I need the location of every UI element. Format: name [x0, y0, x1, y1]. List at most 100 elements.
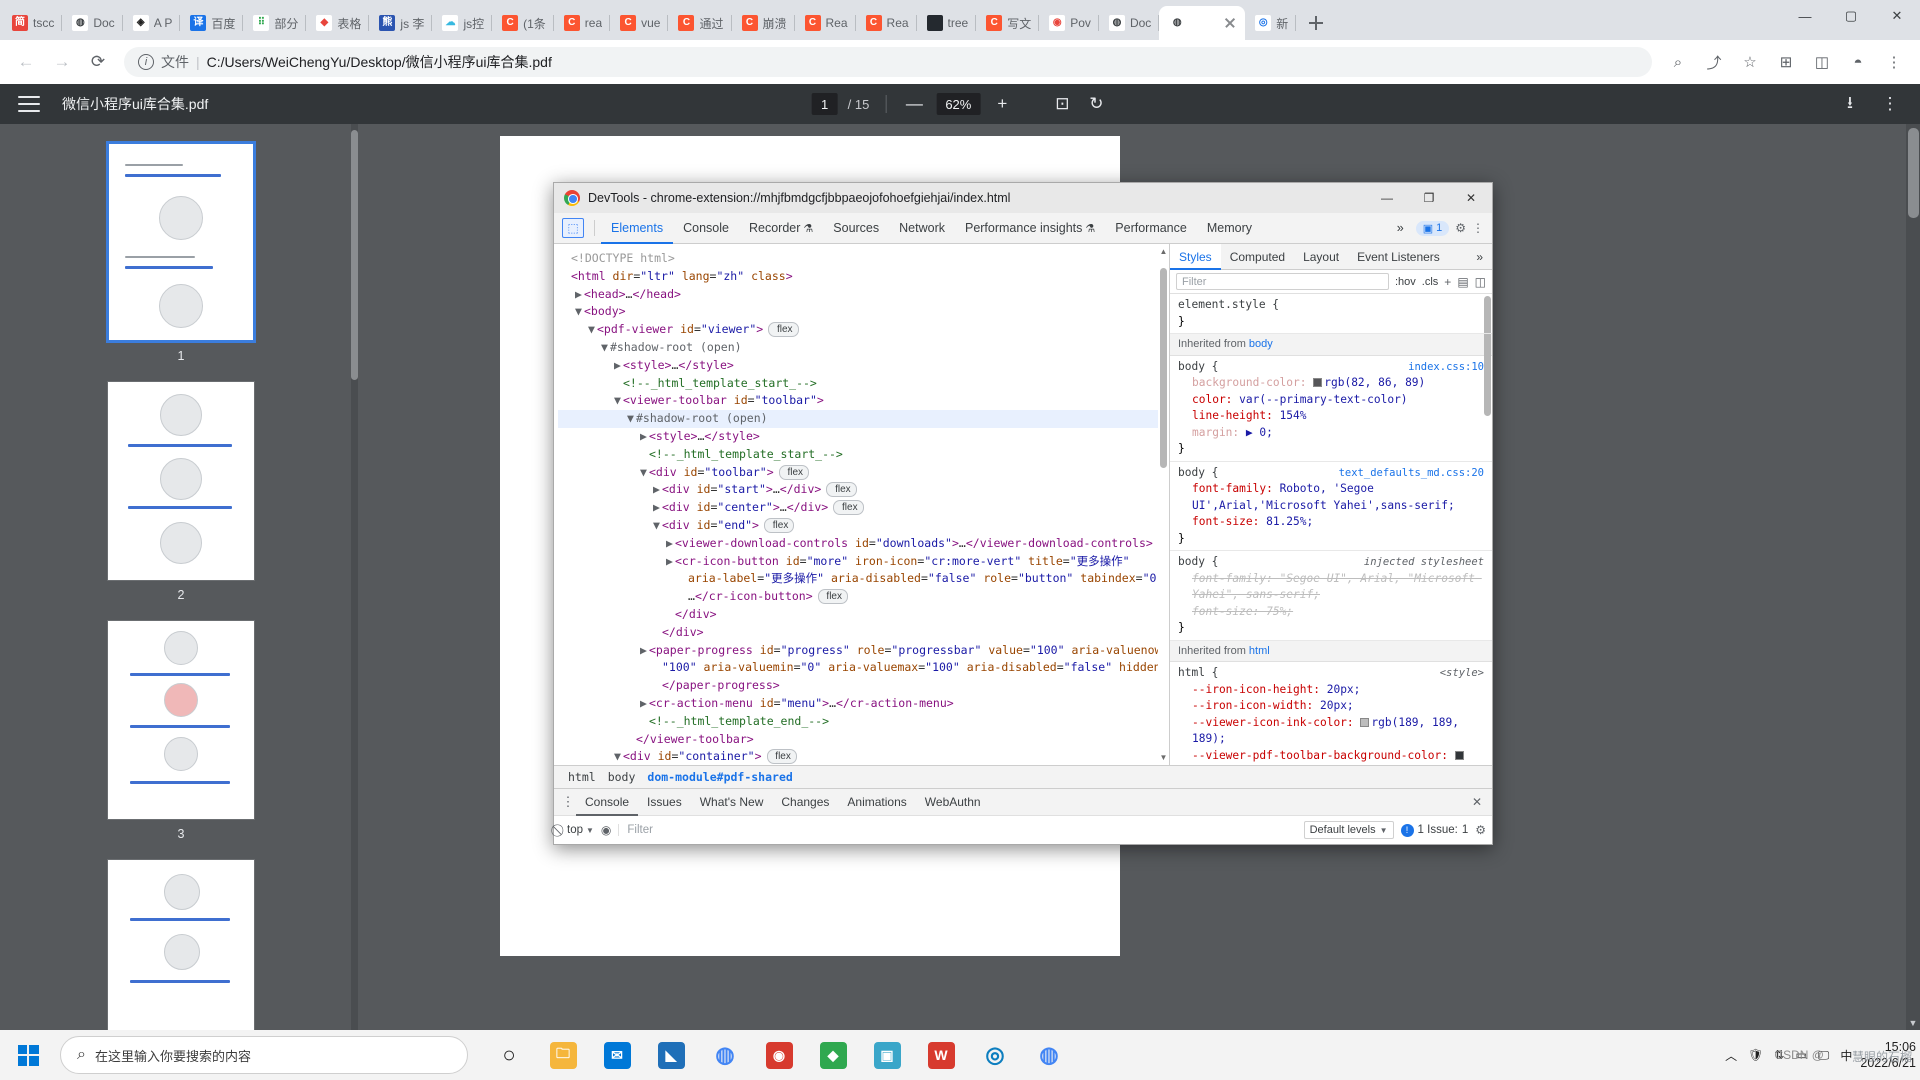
disclosure-triangle-icon[interactable]: ▼: [614, 748, 623, 765]
disclosure-triangle-icon[interactable]: ▼: [640, 464, 649, 482]
css-declaration[interactable]: --iron-icon-width: 20px;: [1178, 698, 1486, 715]
styles-tab-event-listeners[interactable]: Event Listeners: [1348, 244, 1449, 270]
inspect-element-icon[interactable]: ⬚: [562, 218, 584, 238]
css-declaration[interactable]: background-color: rgb(82, 86, 89): [1178, 375, 1486, 392]
disclosure-triangle-icon[interactable]: ▼: [601, 339, 610, 357]
browser-tab-trailing[interactable]: ◎新: [1245, 6, 1296, 40]
browser-tab-14[interactable]: CRea: [856, 6, 917, 40]
dom-tree-row[interactable]: ▶<cr-action-menu id="menu">…</cr-action-…: [558, 695, 1169, 713]
flex-badge[interactable]: flex: [818, 589, 848, 604]
dom-tree-row[interactable]: <!--_html_template_end_-->: [558, 713, 1169, 731]
disclosure-triangle-icon[interactable]: ▶: [640, 642, 649, 660]
css-declaration[interactable]: line-height: 154%: [1178, 408, 1486, 425]
disclosure-triangle-icon[interactable]: [666, 606, 675, 624]
disclosure-triangle-icon[interactable]: [653, 624, 662, 642]
dom-tree-row[interactable]: …</cr-icon-button> flex: [558, 588, 1169, 606]
pdf-more-icon[interactable]: ⋮: [1878, 92, 1902, 116]
hov-toggle-button[interactable]: :hov: [1395, 276, 1416, 288]
dom-tree-row[interactable]: ▼<pdf-viewer id="viewer"> flex: [558, 321, 1169, 339]
flex-badge[interactable]: flex: [826, 482, 856, 497]
dom-tree[interactable]: <!DOCTYPE html> <html dir="ltr" lang="zh…: [554, 244, 1169, 765]
css-rule[interactable]: body {index.css:10background-color: rgb(…: [1170, 356, 1492, 462]
disclosure-triangle-icon[interactable]: ▼: [614, 392, 623, 410]
css-property-name[interactable]: line-height:: [1192, 409, 1280, 422]
browser-tab-15[interactable]: tree: [917, 6, 977, 40]
taskbar-item[interactable]: ○: [482, 1030, 536, 1080]
dom-tree-row[interactable]: ▶<paper-progress id="progress" role="pro…: [558, 642, 1169, 660]
disclosure-triangle-icon[interactable]: [640, 713, 649, 731]
browser-tab-9[interactable]: Crea: [554, 6, 610, 40]
drawer-tab-animations[interactable]: Animations: [838, 789, 915, 816]
taskbar-item[interactable]: ✉: [590, 1030, 644, 1080]
disclosure-triangle-icon[interactable]: [653, 677, 662, 695]
css-property-name[interactable]: --viewer-pdf-toolbar-background-color:: [1192, 749, 1455, 762]
css-declaration[interactable]: --iron-icon-height: 20px;: [1178, 682, 1486, 699]
issues-badge[interactable]: ! 1 Issue: 1: [1401, 824, 1469, 837]
styles-section-target[interactable]: body: [1249, 338, 1273, 350]
flex-badge[interactable]: flex: [767, 749, 797, 764]
taskbar-item[interactable]: ◎: [968, 1030, 1022, 1080]
css-property-value[interactable]: 81.25%;: [1266, 515, 1313, 528]
css-property-value[interactable]: 20px;: [1327, 683, 1361, 696]
css-property-name[interactable]: font-size:: [1192, 515, 1266, 528]
gear-icon[interactable]: ⚙: [1455, 221, 1466, 235]
devtools-tab-network[interactable]: Network: [889, 213, 955, 244]
warning-count-badge[interactable]: ▣ 1: [1416, 221, 1450, 236]
css-source-link[interactable]: text_defaults_md.css:20: [1339, 465, 1484, 482]
css-property-name[interactable]: font-family:: [1192, 572, 1280, 585]
devtools-close-button[interactable]: ✕: [1450, 183, 1492, 213]
styles-tab-styles[interactable]: Styles: [1170, 244, 1221, 270]
thumbnail-scrollbar-thumb[interactable]: [351, 130, 358, 380]
devtools-maximize-button[interactable]: ❐: [1408, 183, 1450, 213]
css-property-name[interactable]: color:: [1192, 393, 1239, 406]
new-style-rule-icon[interactable]: +: [1444, 275, 1451, 289]
browser-tab-5[interactable]: ◆表格: [306, 6, 369, 40]
drawer-tab-console[interactable]: Console: [576, 789, 638, 816]
disclosure-triangle-icon[interactable]: [627, 731, 636, 749]
taskbar-item[interactable]: ◆: [806, 1030, 860, 1080]
thumbnail-item[interactable]: 4: [107, 859, 255, 1030]
devtools-tab-recorder[interactable]: Recorder⚗: [739, 213, 823, 244]
browser-tab-11[interactable]: C通过: [668, 6, 731, 40]
devtools-tab-elements[interactable]: Elements: [601, 213, 673, 244]
drawer-menu-icon[interactable]: ⋮: [560, 794, 576, 810]
taskbar-item[interactable]: W: [914, 1030, 968, 1080]
devtools-tab-performance[interactable]: Performance: [1105, 213, 1197, 244]
css-rule[interactable]: body {text_defaults_md.css:20font-family…: [1170, 462, 1492, 552]
disclosure-triangle-icon[interactable]: ▶: [666, 553, 675, 571]
dom-scrollbar-thumb[interactable]: [1160, 268, 1167, 468]
styles-tabs-overflow-icon[interactable]: »: [1467, 244, 1492, 270]
disclosure-triangle-icon[interactable]: ▶: [653, 481, 662, 499]
download-icon[interactable]: ⭳: [1838, 92, 1862, 116]
zoom-in-button[interactable]: +: [990, 92, 1014, 116]
rotate-icon[interactable]: ↻: [1084, 92, 1108, 116]
side-panel-icon[interactable]: ◫: [1806, 46, 1838, 78]
css-property-name[interactable]: font-size:: [1192, 605, 1266, 618]
devtools-tab-memory[interactable]: Memory: [1197, 213, 1262, 244]
show-hidden-icons[interactable]: ︿: [1725, 1047, 1737, 1064]
css-property-name[interactable]: --iron-icon-width:: [1192, 699, 1320, 712]
css-property-name[interactable]: --viewer-icon-ink-color:: [1192, 716, 1360, 729]
css-property-name[interactable]: margin:: [1192, 426, 1246, 439]
css-declaration[interactable]: margin: ▶ 0;: [1178, 425, 1486, 442]
thumbnail-item[interactable]: 3: [107, 620, 255, 841]
browser-tab-3[interactable]: 译百度: [180, 6, 243, 40]
styles-tab-computed[interactable]: Computed: [1221, 244, 1294, 270]
thumbnail-rail[interactable]: 1234: [0, 124, 362, 1030]
flex-badge[interactable]: flex: [779, 465, 809, 480]
devtools-tab-sources[interactable]: Sources: [823, 213, 889, 244]
disclosure-triangle-icon[interactable]: [679, 588, 688, 606]
disclosure-triangle-icon[interactable]: [614, 375, 623, 393]
browser-tab-13[interactable]: CRea: [795, 6, 856, 40]
color-swatch-icon[interactable]: [1455, 751, 1464, 760]
css-property-value[interactable]: ▶ 0;: [1246, 426, 1273, 439]
browser-tab-4[interactable]: ⠿部分: [243, 6, 306, 40]
pdf-scrollbar-thumb[interactable]: [1908, 128, 1919, 218]
browser-tab-8[interactable]: C(1条: [492, 6, 554, 40]
share-icon[interactable]: ⤴: [1698, 46, 1730, 78]
sidebar-toggle-icon[interactable]: [18, 96, 40, 112]
console-settings-icon[interactable]: ⚙: [1475, 823, 1486, 837]
console-context-selector[interactable]: top ▼: [567, 824, 594, 836]
disclosure-triangle-icon[interactable]: ▼: [575, 303, 584, 321]
color-swatch-icon[interactable]: [1313, 378, 1322, 387]
